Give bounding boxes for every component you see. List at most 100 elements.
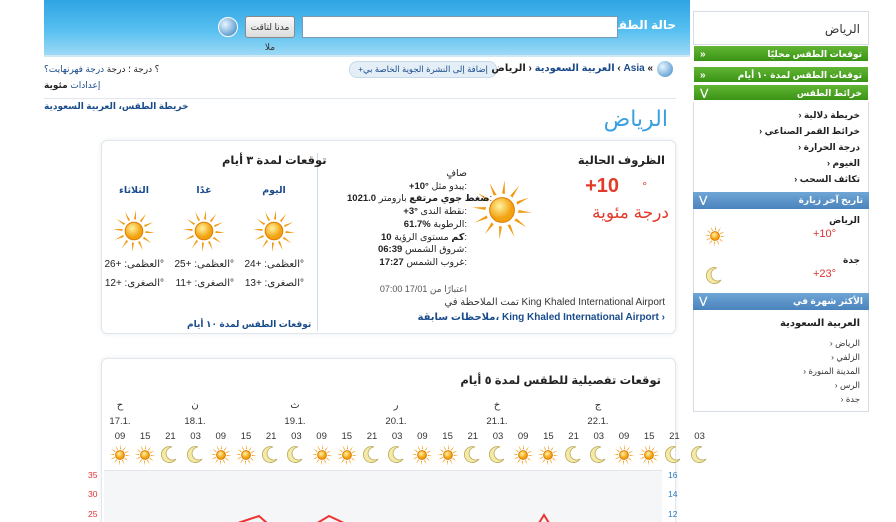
- forecast-day-label[interactable]: الثلاثاء: [104, 185, 164, 201]
- local-forecast-link[interactable]: » توقعات الطقس محليًا: [693, 45, 869, 62]
- sun-icon: [537, 444, 559, 466]
- sun-icon: [252, 209, 296, 253]
- sidebar-map-link[interactable]: › تكاثف السحب: [794, 174, 860, 185]
- sidebar-map-link[interactable]: › الغيوم: [827, 158, 860, 169]
- sidebar-map-link[interactable]: › خريطة دلالية: [798, 110, 860, 121]
- detail-label: شروق الشمس:: [404, 244, 467, 256]
- forecast-day-date: 19.1.: [284, 416, 306, 427]
- moon-icon: [159, 444, 181, 466]
- detail-label: يبدو مثل:: [431, 180, 467, 192]
- chevron-down-icon: ⋁: [699, 296, 708, 307]
- add-to-my-weather-button[interactable]: +إضافة إلى النشرة الجوية الخاصة بي: [349, 61, 497, 78]
- search-button[interactable]: مدنا لتاقت ملا: [245, 16, 295, 52]
- breadcrumb-country[interactable]: العربية السعودية: [535, 63, 615, 74]
- detail-value: 06:39: [377, 244, 403, 256]
- forecast-hour: 03: [694, 431, 705, 442]
- moon-icon: [185, 444, 207, 466]
- forecast-day-letter: خ: [493, 400, 501, 411]
- popular-city-link[interactable]: › المدينة المنورة: [803, 366, 860, 377]
- history-list: الرياض +10° جدة +23°: [693, 209, 869, 293]
- panel-divider: [317, 153, 318, 331]
- forecast-day-letter: ر: [393, 400, 399, 411]
- detail-row: صافٍ: [347, 168, 467, 181]
- forecast-hour: 15: [442, 431, 453, 442]
- forecast-day-letter: ث: [290, 400, 300, 411]
- recent-history-header[interactable]: ⋁ تاريخ آخر زيارة: [693, 192, 869, 209]
- moon-icon: [260, 444, 282, 466]
- detail-value: 17:27: [379, 256, 404, 268]
- detail-value: +3°: [403, 206, 418, 218]
- most-popular-header[interactable]: ⋁ الأكثر شهرة في: [693, 293, 869, 310]
- sun-icon: [336, 444, 358, 466]
- moon-icon: [386, 444, 408, 466]
- forecast-hour: 09: [618, 431, 630, 442]
- detail-row: 61.7% الرطوبة:: [347, 219, 467, 232]
- popular-city-link[interactable]: › الرياض: [830, 338, 860, 349]
- forecast-10day-link[interactable]: توقعات الطقس لمدة ١٠ أيام: [187, 319, 311, 330]
- forecast-day-letter: ن: [191, 400, 199, 411]
- detail-row: +10° يبدو مثل:: [347, 181, 467, 194]
- settings-line: إعدادات مئوية: [44, 80, 100, 91]
- y-axis-right-tick: 12: [668, 509, 678, 519]
- settings-value: مئوية: [44, 80, 68, 90]
- detail-label: نقطة الندى:: [420, 206, 467, 218]
- moon-icon: [487, 444, 509, 466]
- forecast-hour: 21: [265, 431, 277, 442]
- forecast-day-date: 20.1.: [385, 416, 407, 427]
- moon-icon: [563, 444, 585, 466]
- moon-icon: [588, 444, 610, 466]
- breadcrumb-city: الرياض: [491, 63, 526, 74]
- history-temp: +23°: [812, 268, 836, 280]
- forecast-hour: 03: [593, 431, 605, 442]
- history-temp: +10°: [812, 228, 836, 240]
- page-title: الرياض: [603, 106, 668, 131]
- forecast-day-label[interactable]: غدًا: [174, 185, 234, 201]
- popular-city-link[interactable]: › الرس: [835, 380, 860, 391]
- weather-map-link[interactable]: خريطة الطقس، العربية السعودية: [44, 101, 189, 112]
- sun-icon: [512, 444, 534, 466]
- detail-label: صافٍ: [446, 168, 467, 179]
- sun-icon: [210, 444, 232, 466]
- forecast-max: العظمى: +25°: [174, 259, 235, 270]
- breadcrumb-region[interactable]: Asia: [624, 63, 645, 74]
- sidebar-map-link[interactable]: › درجة الحرارة: [798, 142, 860, 153]
- sun-icon: [411, 444, 433, 466]
- moon-icon: [663, 444, 685, 466]
- settings-link[interactable]: إعدادات: [70, 80, 100, 90]
- ten-day-forecast-link[interactable]: » توقعات الطقس لمدة ١٠ أيام: [693, 66, 869, 83]
- forecast-hour: 21: [165, 431, 176, 442]
- sun-icon: [311, 444, 333, 466]
- detail-label: غروب الشمس:: [406, 256, 467, 268]
- sidebar-map-link[interactable]: › خرائط القمر الصناعي: [759, 126, 860, 137]
- current-and-3day-panel: الظروف الحالية +10 ° درجة مئوية صافٍ +10°…: [101, 140, 676, 334]
- fahrenheit-link[interactable]: درجة فهرنهايت؟: [44, 64, 104, 75]
- weather-maps-header[interactable]: ⋁ خرائط الطقس: [693, 84, 869, 101]
- previous-observations-link[interactable]: ملاحظات سابقة، King Khaled International…: [418, 312, 665, 323]
- popular-city-link[interactable]: › جدة: [841, 394, 860, 405]
- forecast-day-date: 18.1.: [184, 416, 206, 427]
- y-axis-left-tick: 35: [88, 470, 98, 480]
- forecast-day-label[interactable]: اليوم: [244, 185, 304, 201]
- forecast-day-letter: ح: [116, 400, 124, 411]
- moon-icon: [704, 265, 724, 285]
- chevron-left-icon: »: [700, 70, 706, 81]
- forecast-hour: 15: [643, 431, 655, 442]
- detail-value: +10°: [408, 180, 429, 192]
- observation-station: تمت الملاحظة في King Khaled Internationa…: [444, 297, 665, 308]
- search-input[interactable]: [302, 16, 618, 38]
- local-forecast-label: توقعات الطقس محليًا: [767, 49, 862, 59]
- sun-icon: [638, 444, 660, 466]
- forecast-hour: 15: [240, 431, 252, 442]
- globe-icon[interactable]: [218, 17, 238, 37]
- sun-icon: [471, 179, 533, 241]
- forecast-hour: 09: [316, 431, 327, 442]
- sun-icon: [109, 444, 131, 466]
- popular-city-link[interactable]: › الزلفي: [831, 352, 860, 363]
- forecast-hour: 09: [417, 431, 428, 442]
- sun-icon: [437, 444, 459, 466]
- forecast-day-date: 22.1.: [587, 416, 609, 427]
- detail-row: 17:27 غروب الشمس:: [347, 257, 467, 270]
- history-city-link[interactable]: جدة: [843, 255, 860, 266]
- forecast-hour: 15: [543, 431, 554, 442]
- history-city-link[interactable]: الرياض: [829, 215, 860, 226]
